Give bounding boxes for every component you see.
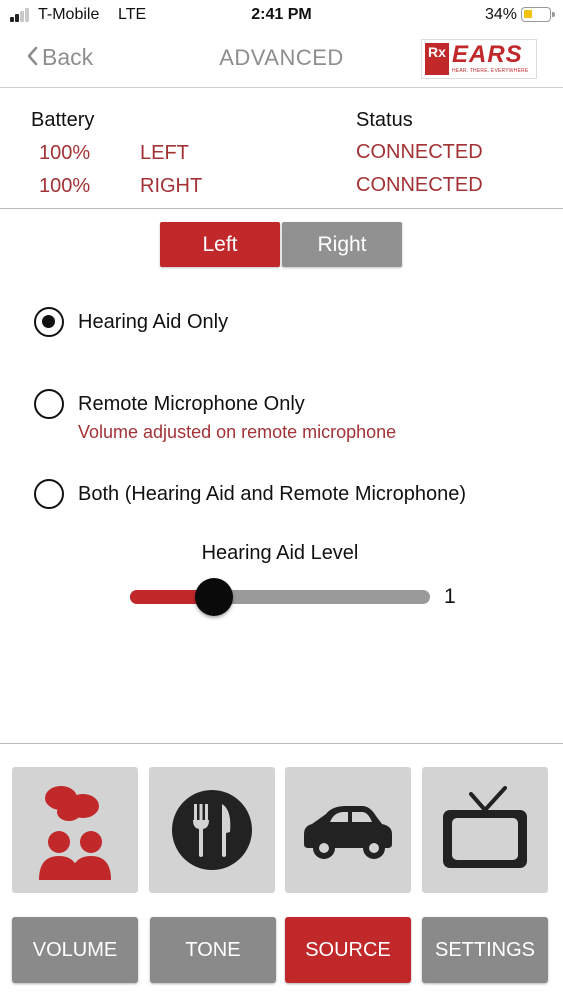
right-status-value: CONNECTED	[356, 174, 483, 196]
people-talking-icon	[39, 786, 111, 880]
tab-settings[interactable]: SETTINGS	[422, 917, 548, 983]
tile-car[interactable]	[285, 767, 411, 893]
option-hint-remote-microphone: Volume adjusted on remote microphone	[78, 422, 397, 442]
segment-left[interactable]: Left	[160, 222, 280, 267]
divider	[0, 743, 563, 744]
battery-icon	[521, 7, 555, 22]
slider-title: Hearing Aid Level	[201, 542, 359, 564]
hearing-aid-level-slider[interactable]	[130, 578, 430, 616]
slider-thumb[interactable]	[195, 578, 233, 616]
tv-icon	[443, 786, 527, 868]
navigation-bar: Back ADVANCED Rx EARS HEAR. THERE. EVERY…	[0, 30, 563, 88]
option-label-hearing-aid-only[interactable]: Hearing Aid Only	[78, 311, 228, 334]
radio-remote-microphone-only[interactable]	[34, 389, 64, 419]
tile-television[interactable]	[422, 767, 548, 893]
fork-knife-icon	[172, 790, 252, 870]
slider-value: 1	[444, 585, 456, 608]
status-bar: T-Mobile LTE 2:41 PM 34%	[0, 0, 563, 30]
tab-tone[interactable]: TONE	[150, 917, 276, 983]
left-side-label: LEFT	[140, 142, 189, 164]
option-label-both[interactable]: Both (Hearing Aid and Remote Microphone)	[78, 483, 466, 506]
battery-percent: 34%	[485, 6, 518, 23]
left-battery-value: 100%	[39, 142, 91, 164]
radio-both[interactable]	[34, 479, 64, 509]
segment-right[interactable]: Right	[282, 222, 402, 267]
logo-tagline: HEAR. THERE. EVERYWHERE	[452, 68, 529, 74]
left-status-value: CONNECTED	[356, 141, 483, 163]
rx-ears-logo: Rx EARS HEAR. THERE. EVERYWHERE	[421, 39, 537, 79]
right-side-label: RIGHT	[140, 175, 203, 197]
tab-volume[interactable]: VOLUME	[12, 917, 138, 983]
status-header: Status	[356, 109, 413, 131]
radio-hearing-aid-only[interactable]	[34, 307, 64, 337]
car-icon	[304, 806, 392, 859]
clock: 2:41 PM	[251, 6, 312, 23]
option-label-remote-microphone-only[interactable]: Remote Microphone Only	[78, 393, 305, 416]
device-info-panel: Battery Status 100% LEFT CONNECTED 100% …	[0, 88, 563, 209]
tab-source[interactable]: SOURCE	[285, 917, 411, 983]
logo-rx: Rx	[428, 44, 446, 60]
right-battery-value: 100%	[39, 175, 91, 197]
tile-restaurant[interactable]	[149, 767, 275, 893]
battery-header: Battery	[31, 109, 95, 131]
tile-conversation[interactable]	[12, 767, 138, 893]
logo-brand: EARS	[452, 41, 523, 68]
